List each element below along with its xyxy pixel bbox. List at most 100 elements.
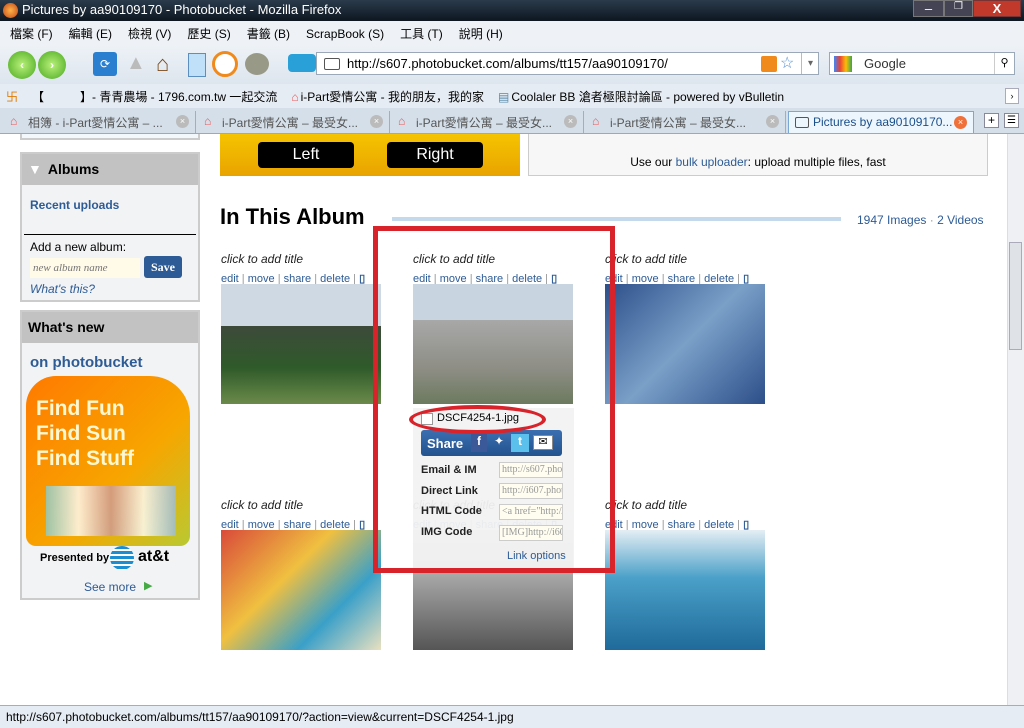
reload-icon[interactable]: ⟳ [93,52,117,76]
bulk-suffix: : upload multiple files, fast [747,155,886,169]
play-arrow-icon: ▶ [144,580,153,592]
tab-close-icon[interactable]: × [176,115,189,128]
bookmark-item[interactable]: Coolaler BB 滄者極限討論區 - powered by vBullet… [511,90,784,104]
tab-label: i-Part愛情公寓 – 最受女... [416,116,553,130]
tab-close-icon[interactable]: × [370,115,383,128]
ad-line: Find Stuff [36,447,134,470]
page-icon: ▤ [497,90,510,104]
bookmark-star-icon[interactable]: ☆ [780,53,794,73]
back-icon[interactable]: ‹ [8,51,36,79]
window-title-bar: Pictures by aa90109170 - Photobucket - M… [0,0,1024,21]
new-tab-button[interactable]: + [984,113,999,128]
ad-line: Find Fun [36,397,125,420]
home-icon[interactable]: ⌂ [156,51,182,77]
stop-icon[interactable]: ▲ [126,52,150,76]
left-button[interactable]: Left [258,142,354,168]
album-heading: In This Album [220,204,365,229]
album-counts: 1947 Images · 2 Videos [857,213,984,227]
tab[interactable]: ⌂ 相簿 - i-Part愛情公寓 – ... × [4,111,196,133]
ipart-house-icon: ⌂ [398,114,406,128]
search-engine-label: Google [864,56,906,71]
menu-view[interactable]: 檢視 (V) [128,27,171,41]
tab-label: i-Part愛情公寓 – 最受女... [610,116,747,130]
save-button[interactable]: Save [144,256,182,278]
minimize-button[interactable]: – [913,0,944,17]
tab-close-icon[interactable]: × [954,116,967,129]
bookmark-item[interactable]: 【 】- 青青農場 - 1796.com.tw 一起交流 [32,90,277,104]
menu-help[interactable]: 說明 (H) [459,27,503,41]
heading-rule [392,217,841,221]
search-icon[interactable]: ⚲ [994,53,1014,74]
list-tabs-button[interactable]: ☰ [1004,113,1019,128]
window-title: Pictures by aa90109170 - Photobucket - M… [22,2,342,17]
tab-label: i-Part愛情公寓 – 最受女... [222,116,359,130]
ad-banner[interactable]: Find Fun Find Sun Find Stuff [26,376,190,546]
albums-box: ▼ Albums Recent uploads Add a new album: … [20,152,200,302]
tab-label: Pictures by aa90109170... [813,115,953,129]
bookmarks-overflow-icon[interactable]: › [1005,88,1019,104]
status-bar: http://s607.photobucket.com/albums/tt157… [0,705,1024,728]
sidebar-box [20,134,200,140]
tab-label: 相簿 - i-Part愛情公寓 – ... [28,116,163,130]
divider [24,234,196,235]
tab[interactable]: ⌂ i-Part愛情公寓 – 最受女... × [586,111,786,133]
tab-active[interactable]: Pictures by aa90109170... × [788,111,974,133]
triangle-down-icon: ▼ [28,161,42,177]
restore-button[interactable]: ❐ [944,0,973,17]
tab-close-icon[interactable]: × [766,115,779,128]
photo-thumbnail[interactable] [221,284,381,404]
bulk-prefix: Use our [630,155,676,169]
right-button[interactable]: Right [387,142,483,168]
photo-title[interactable]: click to add title [221,252,303,266]
screen-capture-icon[interactable] [288,54,316,72]
menu-bar: 檔案 (F) 編輯 (E) 檢視 (V) 歷史 (S) 書籤 (B) ScrapBook … [0,21,1024,45]
photobucket-favicon [324,58,340,70]
scrollbar-thumb[interactable] [1009,242,1022,350]
photo-title[interactable]: click to add title [605,498,687,512]
see-more-link[interactable]: See more [84,580,136,594]
photo-thumbnail[interactable] [221,530,381,650]
menu-edit[interactable]: 編輯 (E) [69,27,112,41]
sidebar-icon[interactable] [188,53,206,77]
bookmark-item[interactable]: i-Part愛情公寓 - 我的朋友，我的家 [301,90,484,104]
bulk-uploader-link[interactable]: bulk uploader [676,155,748,169]
bookmarks-toolbar: 卐【 】- 青青農場 - 1796.com.tw 一起交流 ⌂ i-Part愛情公寓… [0,84,1024,108]
forward-icon[interactable]: › [38,51,66,79]
history-clock-icon[interactable] [212,51,238,77]
close-button[interactable]: X [973,0,1021,17]
rss-icon[interactable] [761,56,777,72]
google-icon [834,56,852,72]
search-box[interactable]: Google ⚲ [829,52,1015,75]
new-album-name-input[interactable] [30,258,140,278]
photo-thumbnail[interactable] [605,530,765,650]
albums-header[interactable]: ▼ Albums [22,154,198,185]
ipart-house-icon: ⌂ [592,114,600,128]
ipart-house-icon: ⌂ [291,90,299,104]
tab[interactable]: ⌂ i-Part愛情公寓 – 最受女... × [198,111,390,133]
tab-close-icon[interactable]: × [564,115,577,128]
presented-by: Presented by [40,552,110,564]
vertical-scrollbar[interactable] [1007,134,1024,705]
menu-file[interactable]: 檔案 (F) [10,27,53,41]
url-text: http://s607.photobucket.com/albums/tt157… [347,56,668,71]
whats-this-link[interactable]: What's this? [30,282,95,296]
menu-history[interactable]: 歷史 (S) [187,27,230,41]
url-dropdown-icon[interactable]: ▾ [801,53,819,74]
ad-line: Find Sun [36,422,126,445]
photo-title[interactable]: click to add title [605,252,687,266]
recent-uploads-link[interactable]: Recent uploads [30,198,119,212]
menu-bookmarks[interactable]: 書籤 (B) [247,27,290,41]
url-bar[interactable]: http://s607.photobucket.com/albums/tt157… [316,52,819,75]
photo-thumbnail[interactable] [605,284,765,404]
translate-icon[interactable] [245,53,269,75]
slideshow-banner: Left Right [220,134,520,176]
image-count[interactable]: 1947 Images [857,213,926,227]
tab[interactable]: ⌂ i-Part愛情公寓 – 最受女... × [392,111,584,133]
bulk-uploader-box: Use our bulk uploader: upload multiple f… [528,134,988,176]
video-count[interactable]: 2 Videos [937,213,983,227]
photo-collage [46,486,176,536]
menu-tools[interactable]: 工具 (T) [400,27,443,41]
photo-title[interactable]: click to add title [221,498,303,512]
menu-scrapbook[interactable]: ScrapBook (S) [306,27,384,41]
separator: · [929,213,934,227]
